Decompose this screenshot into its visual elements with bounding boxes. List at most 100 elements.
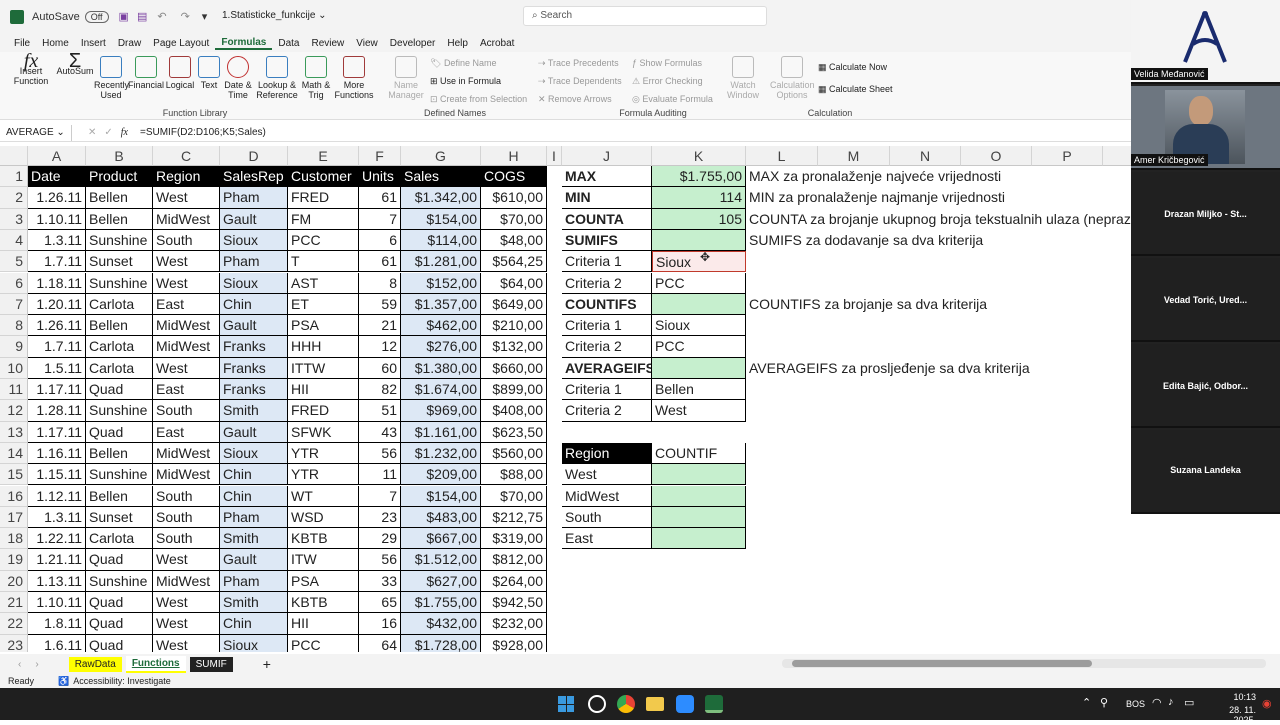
remove-arrows-button[interactable]: ✕ Remove Arrows (538, 94, 612, 105)
data-header-cell[interactable]: Product (86, 166, 153, 188)
data-cell[interactable]: East (153, 379, 220, 401)
row-header[interactable]: 17 (0, 506, 28, 529)
horizontal-scrollbar[interactable] (782, 659, 1266, 668)
data-cell[interactable]: Bellen (86, 442, 153, 465)
row-header[interactable]: 7 (0, 293, 28, 316)
data-cell[interactable]: WT (288, 485, 359, 507)
prev-sheet-icon[interactable]: ‹ (18, 659, 21, 670)
fx-icon[interactable]: fx (121, 127, 128, 138)
data-cell[interactable]: 60 (359, 357, 401, 379)
excel-taskbar-icon[interactable] (705, 695, 723, 713)
data-cell[interactable]: West (153, 634, 220, 652)
tab-help[interactable]: Help (441, 38, 474, 49)
tab-formulas[interactable]: Formulas (215, 37, 273, 50)
formula-input[interactable]: =SUMIF(D2:D106;K5;Sales) (140, 127, 266, 138)
data-cell[interactable]: $1.357,00 (401, 293, 481, 316)
data-header-cell[interactable]: Region (153, 166, 220, 188)
data-cell[interactable]: Pham (220, 251, 288, 273)
region-cell[interactable]: West (562, 464, 652, 486)
data-cell[interactable]: Smith (220, 400, 288, 422)
data-cell[interactable]: Sioux (220, 229, 288, 252)
data-cell[interactable]: 33 (359, 570, 401, 592)
math-trig-button[interactable]: Math & Trig (300, 56, 332, 100)
data-cell[interactable]: $1.674,00 (401, 379, 481, 401)
clock-date[interactable]: 28. 11. 2025. (1206, 705, 1256, 725)
tab-data[interactable]: Data (272, 38, 305, 49)
column-header[interactable]: O (961, 146, 1032, 166)
data-cell[interactable]: 12 (359, 336, 401, 358)
calculate-now-button[interactable]: ▦ Calculate Now (818, 62, 887, 73)
data-cell[interactable]: Quad (86, 549, 153, 571)
column-header[interactable]: L (746, 146, 818, 166)
calc-value-cell[interactable] (652, 229, 746, 252)
data-cell[interactable]: $64,00 (481, 272, 547, 294)
data-cell[interactable]: $212,75 (481, 506, 547, 529)
data-cell[interactable]: $232,00 (481, 613, 547, 635)
data-cell[interactable]: Quad (86, 634, 153, 652)
data-cell[interactable]: YTR (288, 464, 359, 486)
autosum-button[interactable]: Σ AutoSum (56, 51, 94, 76)
language-indicator[interactable]: BOS (1126, 699, 1145, 709)
data-cell[interactable]: $969,00 (401, 400, 481, 422)
participant-tile[interactable]: Vedad Torić, Ured... (1131, 258, 1280, 342)
data-cell[interactable]: T (288, 251, 359, 273)
text-button[interactable]: Text (196, 56, 222, 90)
data-cell[interactable]: $48,00 (481, 229, 547, 252)
data-cell[interactable]: $114,00 (401, 229, 481, 252)
data-cell[interactable]: 1.26.11 (28, 187, 86, 209)
participant-tile[interactable]: Amer Kričbegović (1131, 86, 1280, 170)
data-cell[interactable]: Sunshine (86, 400, 153, 422)
tab-review[interactable]: Review (305, 38, 350, 49)
data-cell[interactable]: 1.28.11 (28, 400, 86, 422)
data-cell[interactable]: 64 (359, 634, 401, 652)
row-header[interactable]: 15 (0, 464, 28, 486)
calc-label-cell[interactable]: Criteria 2 (562, 336, 652, 358)
data-cell[interactable]: 1.10.11 (28, 592, 86, 614)
data-cell[interactable]: $154,00 (401, 208, 481, 230)
use-in-formula-button[interactable]: ⊞ Use in Formula (430, 76, 501, 87)
network-icon[interactable]: ⚲ (1100, 696, 1108, 709)
volume-icon[interactable]: ♪ (1168, 696, 1174, 708)
data-cell[interactable]: Sunset (86, 506, 153, 529)
row-header[interactable]: 19 (0, 549, 28, 571)
data-cell[interactable]: $560,00 (481, 442, 547, 465)
calc-value-cell[interactable]: 105 (652, 208, 746, 230)
data-cell[interactable]: 1.21.11 (28, 549, 86, 571)
calc-note-cell[interactable]: SUMIFS za dodavanje sa dva kriterija (746, 230, 1186, 251)
column-header[interactable]: E (288, 146, 359, 166)
undo-icon[interactable]: ↶ (157, 10, 166, 23)
calc-value-cell[interactable] (652, 293, 746, 316)
accessibility-status[interactable]: Accessibility: Investigate (73, 676, 171, 686)
data-cell[interactable]: 1.13.11 (28, 570, 86, 592)
calc-value-cell[interactable]: 114 (652, 187, 746, 209)
data-cell[interactable]: KBTB (288, 528, 359, 550)
row-header[interactable]: 16 (0, 485, 28, 507)
copilot-icon[interactable] (588, 695, 606, 713)
data-cell[interactable]: $660,00 (481, 357, 547, 379)
row-header[interactable]: 6 (0, 272, 28, 294)
notification-icon[interactable]: ◉ (1262, 697, 1272, 710)
file-name[interactable]: 1.Statisticke_funkcije ⌄ (222, 10, 327, 21)
autosave-toggle[interactable]: Off (84, 10, 109, 23)
countif-value-cell[interactable] (652, 528, 746, 550)
row-header[interactable]: 8 (0, 315, 28, 337)
data-cell[interactable]: 1.7.11 (28, 336, 86, 358)
column-header[interactable]: P (1032, 146, 1103, 166)
row-header[interactable]: 14 (0, 442, 28, 465)
insert-function-button[interactable]: fx Insert Function (10, 51, 52, 86)
calc-label-cell[interactable]: MIN (562, 187, 652, 209)
data-cell[interactable]: 21 (359, 315, 401, 337)
logical-button[interactable]: Logical (164, 56, 196, 90)
calc-value-cell[interactable]: Bellen (652, 379, 746, 401)
sheet-tab-rawdata[interactable]: RawData (68, 656, 122, 672)
column-header[interactable]: J (562, 146, 652, 166)
data-cell[interactable]: 11 (359, 464, 401, 486)
countif-value-cell[interactable] (652, 464, 746, 486)
data-cell[interactable]: Chin (220, 613, 288, 635)
sheet-tab-functions[interactable]: Functions (125, 655, 186, 673)
region-cell[interactable]: MidWest (562, 485, 652, 507)
data-header-cell[interactable]: COGS (481, 166, 547, 188)
tab-draw[interactable]: Draw (112, 38, 147, 49)
data-cell[interactable]: MidWest (153, 464, 220, 486)
spreadsheet-grid[interactable]: A B C D E F G H I J K L M N O P 1 2 3 4 5 6 7 8 9 10 11 12 13 14 15 16 1… (0, 146, 1270, 652)
